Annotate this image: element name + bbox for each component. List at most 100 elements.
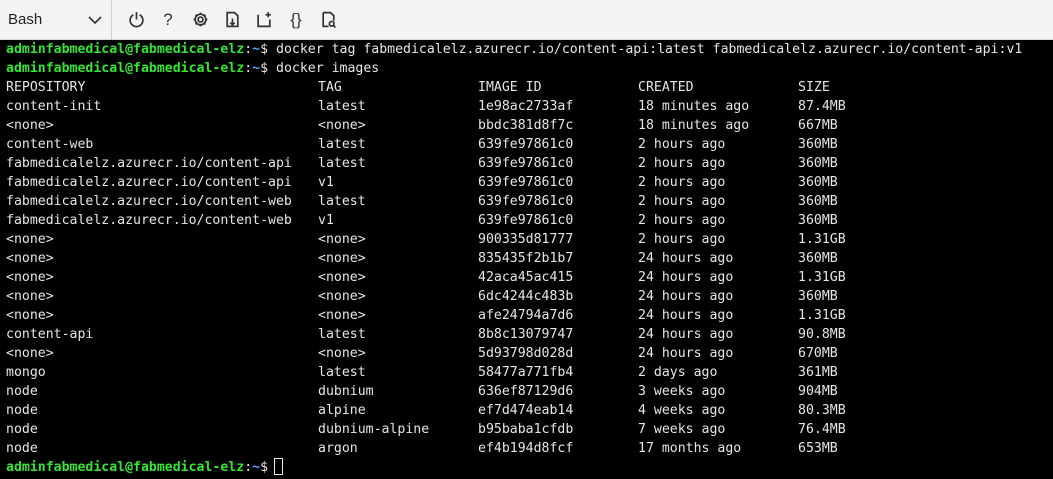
braces-icon: {} [290,9,302,29]
prompt-path: ~ [252,42,261,57]
cell-tag: latest [318,137,366,152]
editor-button[interactable]: {} [280,0,312,40]
cell-image-id: 639fe97861c0 [478,175,574,190]
cell-image-id: 6dc4244c483b [478,289,574,304]
cell-image-id: ef7d474eab14 [478,403,574,418]
cell-repository: <none> [6,270,54,285]
table-row: fabmedicalelz.azurecr.io/content-web v1 63… [6,211,1053,230]
table-row: content-init latest 1e98ac2733af 18 minutes… [6,97,1053,116]
cell-tag: latest [318,99,366,114]
cell-image-id: 639fe97861c0 [478,156,574,171]
table-row: content-api latest 8b8c13079747 24 hours ag… [6,325,1053,344]
cell-created: 2 hours ago [638,156,726,171]
upload-download-icon [225,11,239,28]
cell-repository: node [6,441,38,456]
terminal-cursor [274,458,284,475]
table-row: node dubnium-alpine b95baba1cfdb 7 weeks ag… [6,420,1053,439]
cell-tag: <none> [318,270,366,285]
new-session-button[interactable] [248,0,280,40]
table-row: <none> <none> 900335d81777 2 hours ago 1.31G… [6,230,1053,249]
cell-repository: <none> [6,346,54,361]
command-text: docker tag fabmedicalelz.azurecr.io/cont… [276,42,1023,57]
upload-download-button[interactable] [216,0,248,40]
cell-image-id: 8b8c13079747 [478,327,574,342]
cell-repository: content-init [6,99,102,114]
cell-repository: <none> [6,289,54,304]
table-row: <none> <none> 835435f2b1b7 24 hours ago 360M… [6,249,1053,268]
table-row: node dubnium 636ef87129d6 3 weeks ago 904MB [6,382,1053,401]
cell-image-id: bbdc381d8f7c [478,118,574,133]
cell-size: 80.3MB [798,403,846,418]
table-row: node alpine ef7d474eab14 4 weeks ago 80.3MB [6,401,1053,420]
cell-repository: fabmedicalelz.azurecr.io/content-api [6,175,292,190]
cell-repository: content-api [6,327,94,342]
cell-tag: dubnium-alpine [318,422,430,437]
cell-created: 18 minutes ago [638,118,750,133]
cell-repository: <none> [6,251,54,266]
cell-size: 904MB [798,384,838,399]
chevron-down-icon [88,15,102,24]
table-row: <none> <none> 6dc4244c483b 24 hours ago 360M… [6,287,1053,306]
cell-size: 360MB [798,213,838,228]
web-preview-button[interactable] [312,0,344,40]
prompt-separator: : [244,61,253,76]
prompt-user: adminfabmedical@fabmedical-elz [6,61,245,76]
cell-size: 360MB [798,289,838,304]
command-line-3: adminfabmedical@fabmedical-elz:~$ [6,458,1053,477]
cell-created: 24 hours ago [638,289,734,304]
cell-tag: <none> [318,251,366,266]
settings-button[interactable] [184,0,216,40]
table-row: fabmedicalelz.azurecr.io/content-api v1 63… [6,173,1053,192]
cell-image-id: 639fe97861c0 [478,213,574,228]
cell-created: 24 hours ago [638,251,734,266]
prompt-separator: : [244,42,253,57]
prompt-separator: : [244,460,253,475]
image-list: content-init latest 1e98ac2733af 18 minutes… [6,97,1053,458]
terminal-output[interactable]: adminfabmedical@fabmedical-elz:~$ docker… [0,40,1053,479]
cell-size: 1.31GB [798,232,846,247]
cell-tag: alpine [318,403,366,418]
cell-created: 24 hours ago [638,346,734,361]
cell-tag: latest [318,365,366,380]
power-icon [128,12,144,28]
prompt-path: ~ [252,61,261,76]
cell-tag: <none> [318,118,366,133]
restart-button[interactable] [120,0,152,40]
cell-created: 18 minutes ago [638,99,750,114]
help-button[interactable]: ? [152,0,184,40]
cell-size: 90.8MB [798,327,846,342]
cell-image-id: 639fe97861c0 [478,194,574,209]
cell-repository: node [6,422,38,437]
cell-repository: fabmedicalelz.azurecr.io/content-web [6,194,292,209]
cell-image-id: afe24794a7d6 [478,308,574,323]
shell-type-select[interactable]: Bash [0,0,112,40]
cell-created: 2 hours ago [638,194,726,209]
cell-repository: node [6,403,38,418]
table-row: content-web latest 639fe97861c0 2 hours ago… [6,135,1053,154]
command-line-2: adminfabmedical@fabmedical-elz:~$ docker… [6,59,1053,78]
cell-size: 360MB [798,175,838,190]
prompt-symbol: $ [260,42,269,57]
help-icon: ? [163,9,173,29]
cell-size: 360MB [798,137,838,152]
cell-size: 76.4MB [798,422,846,437]
cell-size: 87.4MB [798,99,846,114]
cell-tag: latest [318,194,366,209]
command-line-1: adminfabmedical@fabmedical-elz:~$ docker… [6,40,1053,59]
cell-repository: content-web [6,137,94,152]
cell-image-id: 42aca45ac415 [478,270,574,285]
table-row: mongo latest 58477a771fb4 2 days ago 361MB [6,363,1053,382]
cell-created: 24 hours ago [638,308,734,323]
cell-image-id: 900335d81777 [478,232,574,247]
cell-tag: dubnium [318,384,374,399]
cell-size: 361MB [798,365,838,380]
cloud-shell-toolbar: Bash ? {} [0,0,1053,40]
cell-tag: <none> [318,289,366,304]
prompt-user: adminfabmedical@fabmedical-elz [6,42,245,57]
cell-size: 653MB [798,441,838,456]
shell-type-value: Bash [8,11,43,28]
cell-image-id: ef4b194d8fcf [478,441,574,456]
cell-repository: <none> [6,118,54,133]
cell-image-id: 5d93798d028d [478,346,574,361]
cell-created: 4 weeks ago [638,403,726,418]
